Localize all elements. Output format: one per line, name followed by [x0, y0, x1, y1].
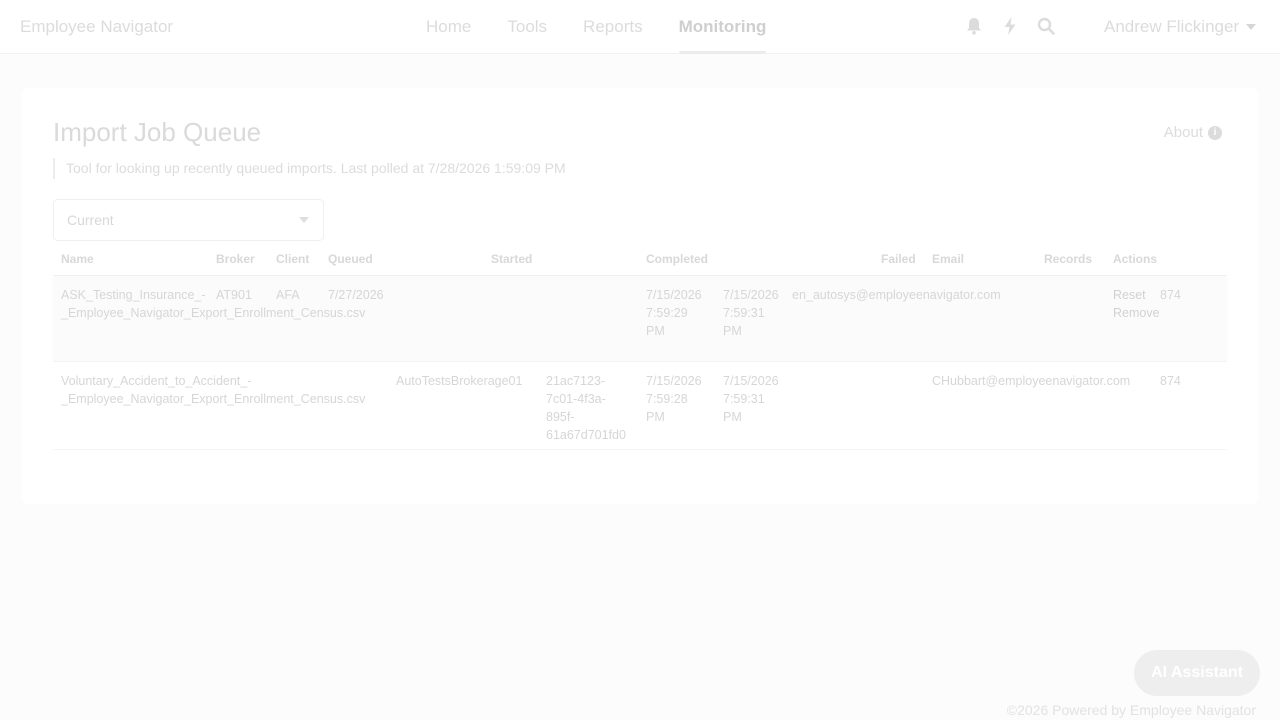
queue-filter-value: Current	[67, 212, 114, 228]
import-job-table: Name Broker Client Queued Started Comple…	[53, 240, 1227, 450]
nav-monitoring[interactable]: Monitoring	[678, 0, 766, 54]
column-header-completed[interactable]: Completed	[646, 252, 708, 266]
top-navbar: Employee Navigator Home Tools Reports Mo…	[0, 0, 1280, 54]
row-records: 874	[1160, 374, 1181, 388]
page-title: Import Job Queue	[53, 117, 262, 147]
about-link[interactable]: About i	[1164, 124, 1222, 141]
chevron-down-icon	[299, 217, 309, 223]
search-icon[interactable]	[1036, 16, 1056, 36]
column-header-email[interactable]: Email	[932, 252, 964, 266]
column-header-client[interactable]: Client	[276, 252, 309, 266]
chevron-down-icon	[1246, 24, 1257, 30]
row-records: 874	[1160, 288, 1181, 302]
page-subtitle: Tool for looking up recently queued impo…	[53, 158, 566, 179]
row-broker: AT901	[216, 288, 252, 302]
table-row: Voluntary_Accident_to_Accident_- _Employ…	[53, 362, 1227, 450]
user-name: Andrew Flickinger	[1104, 17, 1240, 36]
remove-button[interactable]: Remove	[1113, 304, 1160, 322]
table-header: Name Broker Client Queued Started Comple…	[53, 240, 1227, 276]
row-started: 7/15/2026 7:59:29 PM	[646, 288, 702, 338]
reset-button[interactable]: Reset	[1113, 286, 1146, 304]
ai-assistant-button[interactable]: AI Assistant	[1134, 650, 1260, 696]
footer-copyright: ©2026 Powered by Employee Navigator	[1006, 702, 1256, 718]
nav-home[interactable]: Home	[426, 0, 471, 54]
brand-logo-text[interactable]: Employee Navigator	[20, 17, 173, 37]
row-email: en_autosys@employeenavigator.com	[792, 288, 1001, 302]
user-menu[interactable]: Andrew Flickinger	[1104, 17, 1257, 37]
bolt-icon[interactable]	[1000, 16, 1020, 36]
bell-icon[interactable]	[964, 16, 984, 36]
column-header-actions: Actions	[1113, 252, 1158, 266]
row-client: AFA	[276, 288, 300, 302]
row-broker: AutoTestsBrokerage01	[396, 374, 523, 388]
queue-filter-select[interactable]: Current	[53, 199, 324, 241]
row-completed: 7/15/2026 7:59:31 PM	[723, 374, 779, 424]
row-name: ASK_Testing_Insurance_- _Employee_Naviga…	[61, 288, 366, 320]
row-started: 7/15/2026 7:59:28 PM	[646, 374, 702, 424]
nav-reports[interactable]: Reports	[583, 0, 643, 54]
info-icon: i	[1208, 125, 1222, 140]
row-queued: 7/27/2026	[328, 288, 384, 302]
column-header-name[interactable]: Name	[61, 252, 94, 266]
header-icons	[964, 16, 1072, 36]
row-name: Voluntary_Accident_to_Accident_- _Employ…	[61, 374, 366, 406]
column-header-failed[interactable]: Failed	[881, 252, 916, 266]
main-nav: Home Tools Reports Monitoring	[426, 0, 802, 54]
row-email: CHubbart@employeenavigator.com	[932, 374, 1131, 388]
import-job-queue-card: Import Job Queue About i Tool for lookin…	[22, 88, 1258, 504]
row-client: 21ac7123- 7c01-4f3a- 895f- 61a67d701fd0	[546, 374, 626, 442]
table-row: ASK_Testing_Insurance_- _Employee_Naviga…	[53, 276, 1227, 362]
nav-tools[interactable]: Tools	[507, 0, 547, 54]
column-header-started[interactable]: Started	[491, 252, 532, 266]
column-header-records[interactable]: Records	[1044, 252, 1092, 266]
about-label: About	[1163, 124, 1203, 141]
column-header-broker[interactable]: Broker	[216, 252, 255, 266]
column-header-queued[interactable]: Queued	[328, 252, 373, 266]
row-completed: 7/15/2026 7:59:31 PM	[723, 288, 779, 338]
